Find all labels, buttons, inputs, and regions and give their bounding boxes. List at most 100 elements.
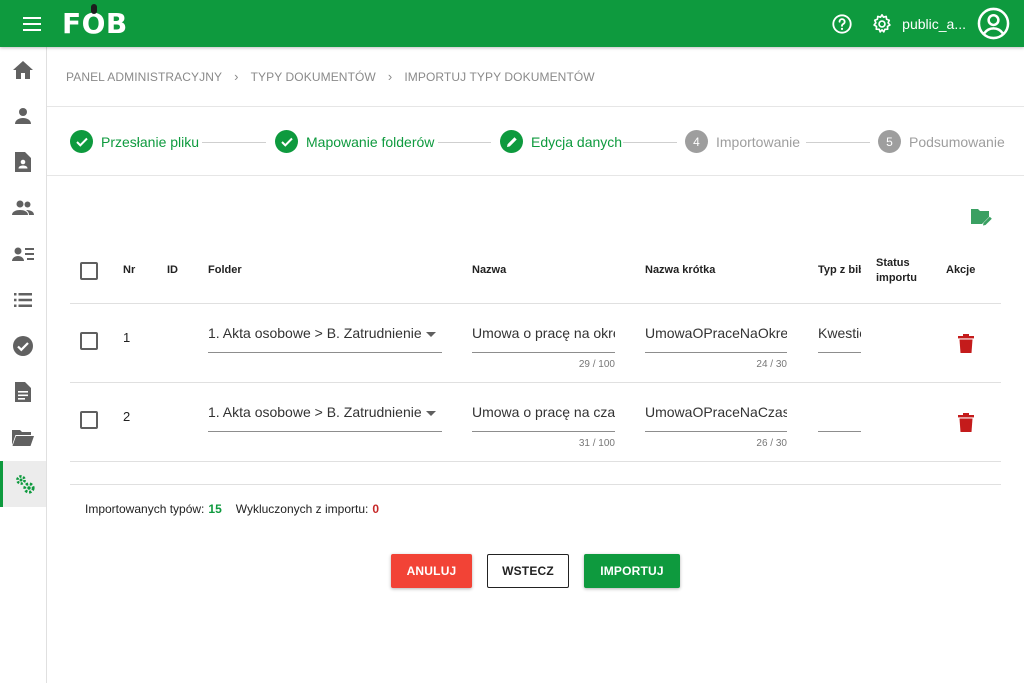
person-list-icon bbox=[12, 247, 34, 261]
breadcrumb: PANEL ADMINISTRACYJNY › TYPY DOKUMENTÓW … bbox=[47, 47, 1024, 107]
sidebar-item-file[interactable] bbox=[0, 369, 46, 415]
excluded-label: Wykluczonych z importu: bbox=[235, 502, 369, 516]
cancel-button[interactable]: ANULUJ bbox=[391, 554, 472, 588]
table-header: Nr ID Folder Nazwa Nazwa krótka Typ z bi… bbox=[70, 243, 1001, 304]
step-folder-mapping: Mapowanie folderów bbox=[275, 130, 434, 153]
step-file-upload: Przesłanie pliku bbox=[70, 130, 199, 153]
sidebar-item-person-list[interactable] bbox=[0, 231, 46, 277]
sidebar-item-person[interactable] bbox=[0, 93, 46, 139]
column-header-akcje: Akcje bbox=[946, 264, 976, 276]
person-icon bbox=[15, 108, 31, 124]
table-row: 1 1. Akta osobowe > B. Zatrudnienie Umow… bbox=[70, 304, 1001, 383]
home-icon bbox=[13, 61, 33, 79]
folder-select-value: 1. Akta osobowe > B. Zatrudnienie bbox=[208, 325, 422, 341]
menu-icon[interactable] bbox=[20, 12, 44, 36]
sidebar-item-home[interactable] bbox=[0, 47, 46, 93]
step-label: Importowanie bbox=[716, 133, 801, 150]
check-circle-icon bbox=[13, 336, 33, 356]
import-summary: Importowanych typów: 15 Wykluczonych z imp… bbox=[85, 502, 379, 516]
sidebar-item-document-person[interactable] bbox=[0, 139, 46, 185]
step-label: Edycja danych bbox=[531, 133, 623, 150]
document-person-icon bbox=[15, 152, 31, 172]
imported-types-label: Importowanych typów: bbox=[85, 502, 205, 516]
nazwa-krotka-input-value: UmowaOPraceNaCzasO bbox=[645, 404, 787, 420]
typ-select[interactable] bbox=[818, 403, 861, 432]
column-header-nazwa[interactable]: Nazwa bbox=[472, 264, 506, 276]
folder-open-icon bbox=[12, 430, 34, 446]
folder-select[interactable]: 1. Akta osobowe > B. Zatrudnienie bbox=[208, 403, 442, 432]
check-icon bbox=[70, 130, 93, 153]
nazwa-char-counter: 29 / 100 bbox=[578, 359, 615, 370]
dropdown-arrow-icon bbox=[426, 332, 436, 337]
sidebar-item-people[interactable] bbox=[0, 185, 46, 231]
delete-icon[interactable] bbox=[958, 413, 974, 432]
nazwa-krotka-input-value: UmowaOPraceNaOkres bbox=[645, 325, 787, 341]
document-types-table: Nr ID Folder Nazwa Nazwa krótka Typ z bi… bbox=[70, 243, 1001, 462]
sidebar-item-list[interactable] bbox=[0, 277, 46, 323]
folder-select-value: 1. Akta osobowe > B. Zatrudnienie bbox=[208, 404, 422, 420]
breadcrumb-item-admin-panel[interactable]: PANEL ADMINISTRACYJNY bbox=[66, 70, 222, 84]
sidebar-item-admin-settings[interactable] bbox=[0, 461, 46, 507]
people-icon bbox=[12, 200, 34, 215]
step-connector bbox=[202, 142, 266, 143]
step-summary: 5 Podsumowanie bbox=[878, 130, 1005, 153]
import-stepper: Przesłanie pliku Mapowanie folderów Edyc… bbox=[47, 107, 1024, 176]
column-header-status[interactable]: Status importu bbox=[876, 256, 917, 286]
chevron-right-icon: › bbox=[387, 69, 393, 84]
sidebar-item-folder[interactable] bbox=[0, 415, 46, 461]
nazwa-krotka-char-counter: 24 / 30 bbox=[756, 359, 787, 370]
nazwa-input[interactable]: Umowa o pracę na czas bbox=[472, 403, 615, 432]
select-all-checkbox[interactable] bbox=[80, 262, 98, 280]
import-button[interactable]: IMPORTUJ bbox=[584, 554, 680, 588]
nazwa-char-counter: 31 / 100 bbox=[578, 438, 615, 449]
column-header-nr[interactable]: Nr bbox=[123, 264, 135, 276]
check-icon bbox=[275, 130, 298, 153]
nazwa-input[interactable]: Umowa o pracę na okre bbox=[472, 324, 615, 353]
step-label: Mapowanie folderów bbox=[306, 133, 435, 150]
sidebar-item-check[interactable] bbox=[0, 323, 46, 369]
settings-gear-icon[interactable] bbox=[870, 12, 894, 36]
dropdown-arrow-icon bbox=[426, 411, 436, 416]
list-icon bbox=[14, 293, 32, 307]
settings-gears-icon bbox=[15, 475, 35, 494]
nazwa-krotka-char-counter: 26 / 30 bbox=[756, 438, 787, 449]
app-logo[interactable]: FOB bbox=[62, 4, 128, 40]
step-connector bbox=[623, 142, 677, 143]
column-header-status-line1: Status bbox=[876, 257, 910, 269]
column-header-typ[interactable]: Typ z bib bbox=[818, 264, 861, 276]
column-header-folder[interactable]: Folder bbox=[208, 264, 242, 276]
column-header-nazwa-krotka[interactable]: Nazwa krótka bbox=[645, 264, 715, 276]
main-content: PANEL ADMINISTRACYJNY › TYPY DOKUMENTÓW … bbox=[47, 47, 1024, 683]
typ-select[interactable]: Kwestio bbox=[818, 324, 861, 353]
folder-edit-icon[interactable] bbox=[971, 208, 993, 230]
sidebar bbox=[0, 47, 47, 683]
username[interactable]: public_a... bbox=[902, 16, 966, 32]
row-checkbox[interactable] bbox=[80, 332, 98, 350]
step-connector bbox=[438, 142, 491, 143]
typ-select-value: Kwestio bbox=[818, 325, 861, 341]
step-connector bbox=[806, 142, 870, 143]
breadcrumb-item-import: IMPORTUJ TYPY DOKUMENTÓW bbox=[404, 69, 595, 84]
delete-icon[interactable] bbox=[958, 334, 974, 353]
breadcrumb-item-document-types[interactable]: TYPY DOKUMENTÓW bbox=[251, 70, 376, 84]
step-importing: 4 Importowanie bbox=[685, 130, 800, 153]
folder-select[interactable]: 1. Akta osobowe > B. Zatrudnienie bbox=[208, 324, 442, 353]
excluded-count: 0 bbox=[372, 502, 380, 516]
column-header-id[interactable]: ID bbox=[167, 264, 178, 276]
nazwa-input-value: Umowa o pracę na okre bbox=[472, 325, 615, 341]
chevron-right-icon: › bbox=[234, 69, 239, 84]
nazwa-krotka-input[interactable]: UmowaOPraceNaOkres bbox=[645, 324, 787, 353]
top-app-bar: FOB public_a... bbox=[0, 0, 1024, 47]
row-nr: 1 bbox=[123, 330, 131, 345]
logo-dot bbox=[91, 4, 97, 14]
file-icon bbox=[15, 382, 31, 402]
help-icon[interactable] bbox=[830, 12, 854, 36]
back-button[interactable]: WSTECZ bbox=[487, 554, 569, 588]
nazwa-krotka-input[interactable]: UmowaOPraceNaCzasO bbox=[645, 403, 787, 432]
row-checkbox[interactable] bbox=[80, 411, 98, 429]
step-number: 5 bbox=[878, 130, 901, 153]
account-circle-icon[interactable] bbox=[976, 7, 1010, 41]
table-row: 2 1. Akta osobowe > B. Zatrudnienie Umow… bbox=[70, 383, 1001, 462]
step-label: Podsumowanie bbox=[909, 133, 1005, 150]
edit-pencil-icon bbox=[500, 130, 523, 153]
